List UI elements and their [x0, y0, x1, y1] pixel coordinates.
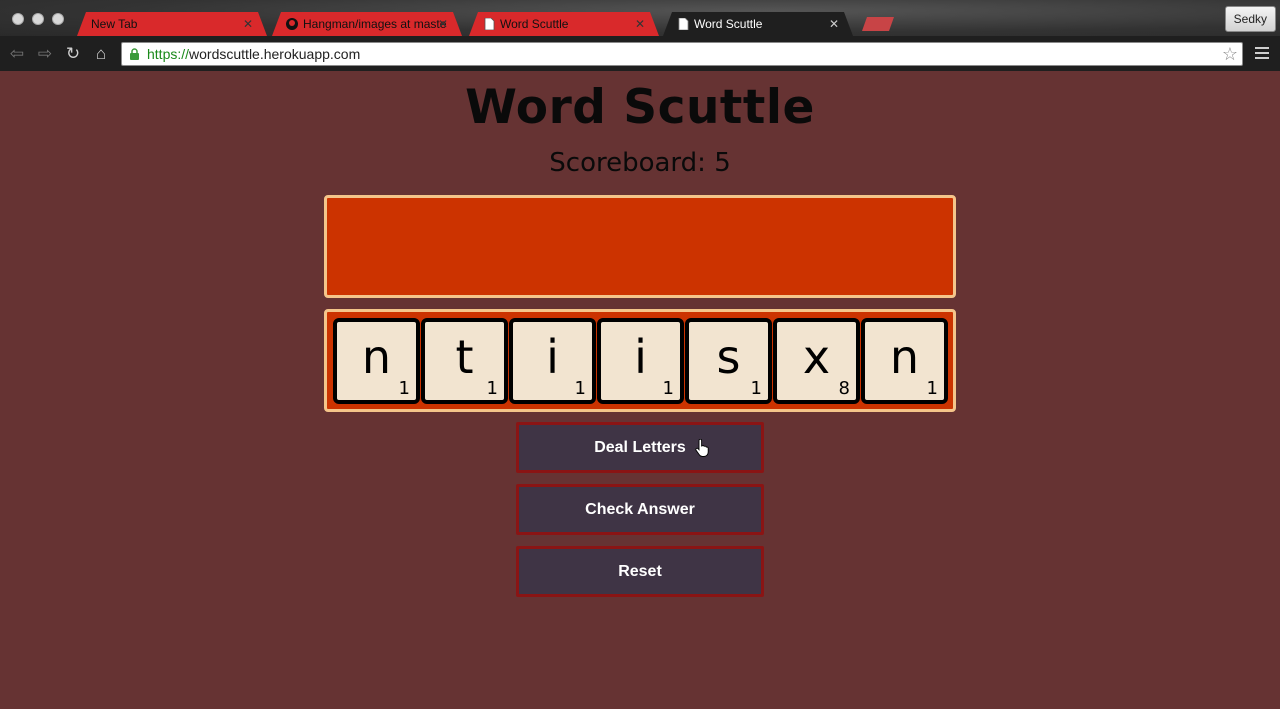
- reload-icon[interactable]: ↻: [63, 44, 83, 64]
- letter-tile[interactable]: i 1: [597, 318, 684, 404]
- profile-button[interactable]: Sedky: [1224, 6, 1276, 32]
- letter-tile[interactable]: i 1: [509, 318, 596, 404]
- tile-points: 1: [486, 378, 498, 399]
- close-icon[interactable]: ✕: [438, 12, 448, 36]
- letter-tile[interactable]: t 1: [421, 318, 508, 404]
- url-host: wordscuttle.herokuapp.com: [189, 46, 361, 62]
- lock-icon: [130, 48, 139, 60]
- letter-tile[interactable]: s 1: [685, 318, 772, 404]
- letter-tile[interactable]: n 1: [861, 318, 948, 404]
- close-window-button[interactable]: [12, 13, 24, 25]
- deal-letters-button[interactable]: Deal Letters: [516, 422, 764, 473]
- tab-title: Hangman/images at maste: [303, 17, 447, 31]
- hand-cursor-icon: [695, 439, 709, 457]
- menu-icon[interactable]: [1255, 47, 1269, 62]
- tab-new-tab[interactable]: New Tab ✕: [77, 12, 267, 36]
- tile-points: 1: [662, 378, 674, 399]
- reset-button[interactable]: Reset: [516, 546, 764, 597]
- tile-points: 1: [398, 378, 410, 399]
- letter-rack: n 1 t 1 i 1 i 1 s 1 x 8 n 1: [324, 309, 956, 412]
- page-title: Word Scuttle: [465, 80, 815, 135]
- bookmark-star-icon[interactable]: ☆: [1222, 43, 1238, 65]
- page-icon: [483, 18, 495, 30]
- tab-word-scuttle-active[interactable]: Word Scuttle ✕: [663, 12, 853, 36]
- tile-letter: x: [802, 330, 831, 384]
- tab-title: Word Scuttle: [694, 17, 763, 31]
- browser-toolbar: ⇦ ⇨ ↻ ⌂ https://wordscuttle.herokuapp.co…: [0, 36, 1280, 71]
- minimize-window-button[interactable]: [32, 13, 44, 25]
- tile-letter: t: [455, 330, 474, 384]
- close-icon[interactable]: ✕: [829, 12, 839, 36]
- page-icon: [677, 18, 689, 30]
- tab-strip: New Tab ✕ Hangman/images at maste ✕ Word…: [0, 0, 1280, 36]
- tab-title: Word Scuttle: [500, 17, 569, 31]
- tab-title: New Tab: [91, 17, 138, 31]
- letter-tile[interactable]: x 8: [773, 318, 860, 404]
- tab-word-scuttle[interactable]: Word Scuttle ✕: [469, 12, 659, 36]
- tile-letter: s: [716, 330, 741, 384]
- answer-drop-zone[interactable]: [324, 195, 956, 298]
- check-answer-button[interactable]: Check Answer: [516, 484, 764, 535]
- back-arrow-icon[interactable]: ⇦: [7, 44, 27, 64]
- home-icon[interactable]: ⌂: [91, 44, 111, 64]
- letter-tile[interactable]: n 1: [333, 318, 420, 404]
- tile-letter: i: [546, 330, 559, 384]
- close-icon[interactable]: ✕: [243, 12, 253, 36]
- forward-arrow-icon[interactable]: ⇨: [35, 44, 55, 64]
- url-scheme: https://: [147, 46, 190, 62]
- zoom-window-button[interactable]: [52, 13, 64, 25]
- browser-chrome: New Tab ✕ Hangman/images at maste ✕ Word…: [0, 0, 1280, 71]
- github-icon: [286, 18, 298, 30]
- tile-letter: n: [361, 330, 392, 384]
- tile-letter: n: [889, 330, 920, 384]
- close-icon[interactable]: ✕: [635, 12, 645, 36]
- scoreboard: Scoreboard: 5: [549, 148, 731, 178]
- tile-letter: i: [634, 330, 647, 384]
- tile-points: 1: [750, 378, 762, 399]
- tile-points: 1: [926, 378, 938, 399]
- address-bar[interactable]: https://wordscuttle.herokuapp.com ☆: [121, 42, 1243, 66]
- tile-points: 8: [838, 378, 850, 399]
- tile-points: 1: [574, 378, 586, 399]
- new-tab-button[interactable]: [862, 17, 894, 31]
- tab-hangman[interactable]: Hangman/images at maste ✕: [272, 12, 462, 36]
